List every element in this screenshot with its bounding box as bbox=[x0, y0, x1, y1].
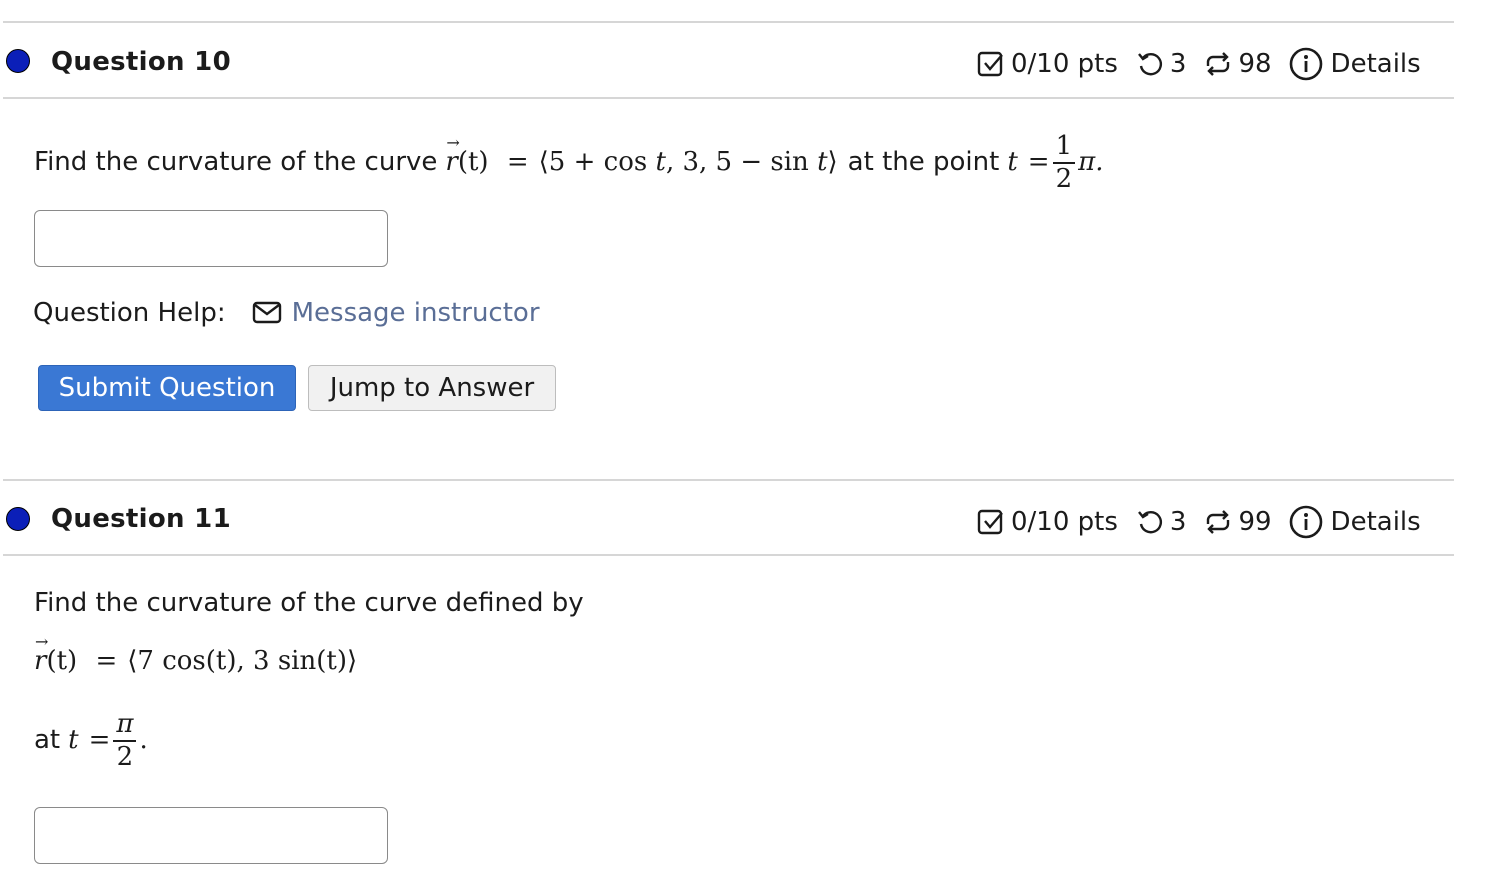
tries-value: 3 bbox=[1169, 507, 1187, 537]
checkbox-icon bbox=[977, 508, 1005, 536]
question-title: Question 11 bbox=[51, 504, 231, 534]
divider bbox=[3, 97, 1454, 99]
vector-function: r(t) =⟨5 + cos t, 3, 5 − sin t⟩ bbox=[445, 133, 837, 177]
prompt-text: Find the curvature of the curve bbox=[34, 147, 438, 177]
point-condition: at t = π 2 . bbox=[34, 708, 148, 772]
math-fraction: 1 2 bbox=[1052, 130, 1076, 194]
tries-value: 3 bbox=[1169, 49, 1187, 79]
details-link[interactable]: Details bbox=[1331, 507, 1421, 537]
status-dot-icon bbox=[6, 49, 30, 73]
regenerate-icon bbox=[1203, 50, 1233, 78]
regen-value: 99 bbox=[1238, 507, 1272, 537]
prompt-text: at the point bbox=[847, 147, 1000, 177]
vector-function: r(t) =⟨7 cos(t), 3 sin(t)⟩ bbox=[34, 632, 357, 676]
info-icon[interactable] bbox=[1289, 47, 1323, 81]
divider bbox=[3, 479, 1454, 481]
math-period: . bbox=[139, 725, 148, 755]
points-value: 0/10 pts bbox=[1011, 507, 1118, 537]
divider bbox=[3, 554, 1454, 556]
prompt-text: at bbox=[34, 725, 61, 755]
answer-input[interactable] bbox=[34, 807, 388, 864]
status-dot-icon bbox=[6, 507, 30, 531]
info-icon[interactable] bbox=[1289, 505, 1323, 539]
question-help: Question Help: Message instructor bbox=[33, 298, 540, 328]
checkbox-icon bbox=[977, 50, 1005, 78]
math-fraction: π 2 bbox=[113, 708, 137, 772]
regen-value: 98 bbox=[1238, 49, 1272, 79]
prompt-text: Find the curvature of the curve defined … bbox=[34, 588, 584, 618]
divider bbox=[3, 21, 1454, 23]
envelope-icon[interactable] bbox=[252, 300, 282, 326]
points-value: 0/10 pts bbox=[1011, 49, 1118, 79]
math-variable: t bbox=[68, 725, 79, 755]
question-title: Question 10 bbox=[51, 47, 231, 77]
help-label: Question Help: bbox=[33, 298, 226, 328]
retry-icon bbox=[1136, 50, 1164, 78]
math-pi: π. bbox=[1078, 147, 1104, 177]
retry-icon bbox=[1136, 508, 1164, 536]
details-link[interactable]: Details bbox=[1331, 49, 1421, 79]
message-instructor-link[interactable]: Message instructor bbox=[292, 298, 540, 328]
regenerate-icon bbox=[1203, 508, 1233, 536]
question-prompt: Find the curvature of the curve r(t) =⟨5… bbox=[34, 130, 1103, 194]
math-equals: = bbox=[88, 725, 111, 755]
jump-to-answer-button[interactable]: Jump to Answer bbox=[308, 365, 556, 411]
answer-input[interactable] bbox=[34, 210, 388, 267]
question-meta: 0/10 pts 3 98 Details bbox=[977, 47, 1421, 81]
math-variable: t bbox=[1007, 147, 1018, 177]
math-equals: = bbox=[1027, 147, 1050, 177]
submit-question-button[interactable]: Submit Question bbox=[38, 365, 296, 411]
question-meta: 0/10 pts 3 99 Details bbox=[977, 505, 1421, 539]
